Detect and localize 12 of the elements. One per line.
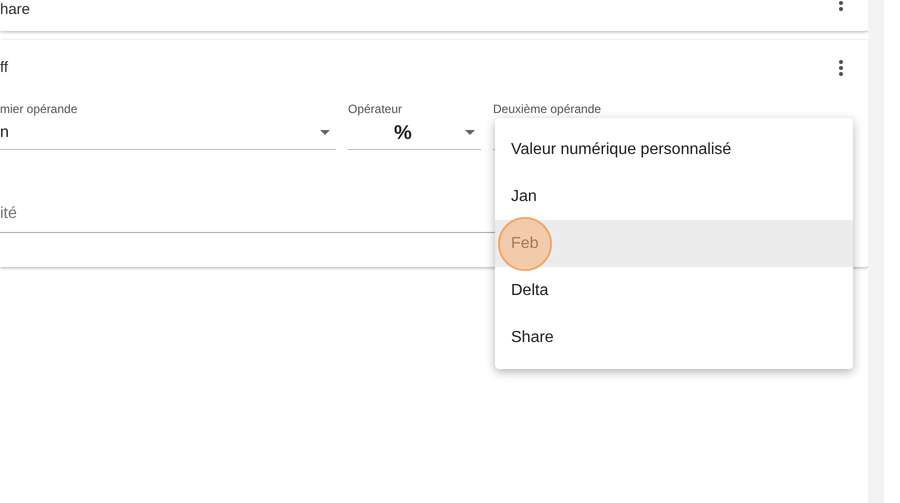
menu-item[interactable]: Valeur numérique personnalisé [495,126,853,173]
card-title: hare [0,0,30,20]
menu-item[interactable]: Delta [495,267,853,314]
menu-item[interactable]: Share [495,314,853,361]
field-label: mier opérande [0,102,78,116]
select-field[interactable]: % [348,116,481,150]
card-title: ff [0,58,8,78]
field-label: Opérateur [348,102,404,116]
caret-icon [320,130,330,135]
caret-icon [465,130,475,135]
field-label: Deuxième opérande [493,102,602,116]
select-field[interactable]: n [0,116,336,150]
